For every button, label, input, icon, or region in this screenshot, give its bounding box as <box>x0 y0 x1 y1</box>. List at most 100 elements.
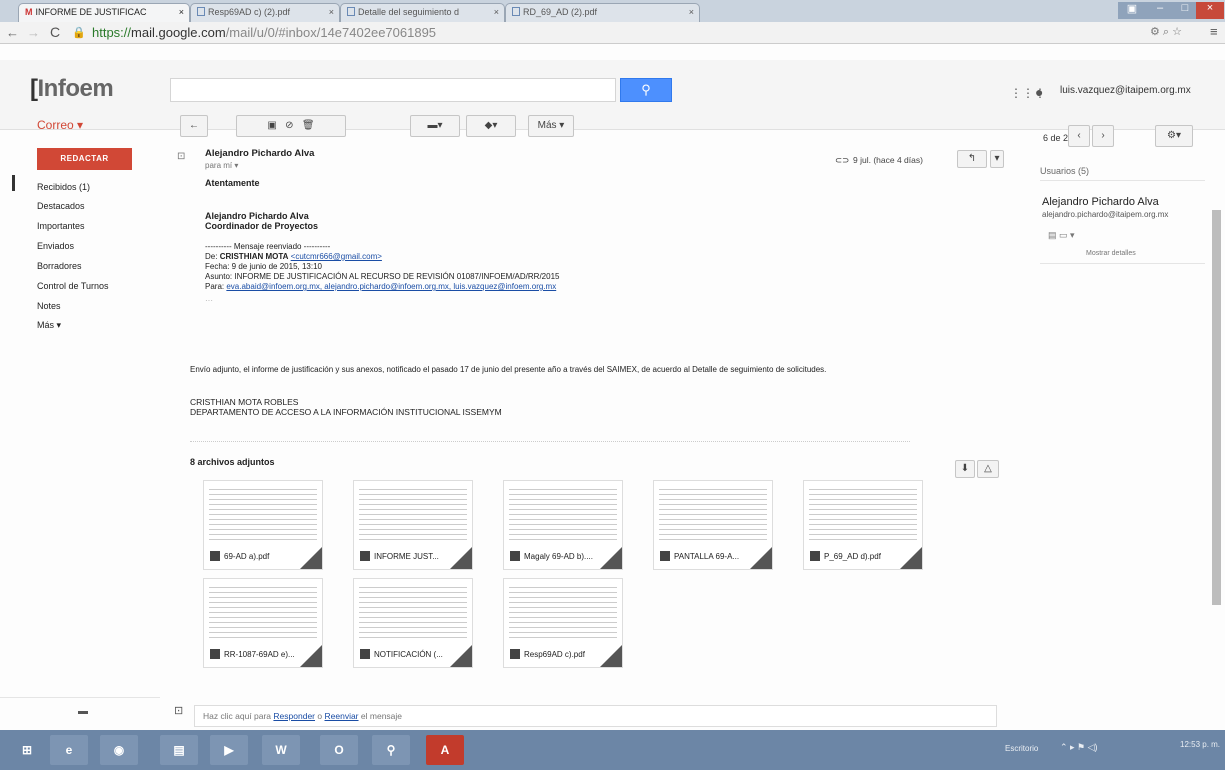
close-icon[interactable]: × <box>689 7 694 17</box>
nav-notes[interactable]: Notes <box>37 301 61 311</box>
nav-importantes[interactable]: Importantes <box>37 221 85 231</box>
chevron-down-icon[interactable]: ▾ <box>234 161 238 170</box>
tray-icons[interactable]: ⌃ ▸ ⚑ ◁) <box>1060 742 1098 753</box>
extension-icon[interactable]: ⚙ ⌕ ☆ <box>1150 25 1182 39</box>
signature-name: Alejandro Pichardo Alva <box>205 211 309 221</box>
pdf-icon <box>810 551 820 561</box>
media-icon[interactable]: ▶ <box>210 735 248 765</box>
more-actions-button[interactable]: ▾ <box>990 150 1004 168</box>
sender-name[interactable]: Alejandro Pichardo Alva <box>205 148 314 159</box>
scrollbar-thumb[interactable] <box>1212 210 1221 605</box>
pdf-icon <box>210 649 220 659</box>
more-button[interactable]: Más ▾ <box>528 115 574 137</box>
labels-button[interactable]: ◆▾ <box>466 115 516 137</box>
tab-rd69[interactable]: RD_69_AD (2).pdf × <box>505 3 700 22</box>
file-explorer-icon[interactable]: ▤ <box>160 735 198 765</box>
body-main-text: Envío adjunto, el informe de justificaci… <box>190 365 827 374</box>
attachment-tile[interactable]: Resp69AD c).pdf <box>503 578 623 668</box>
archive-icon[interactable]: ▣ <box>267 120 276 131</box>
word-icon[interactable]: W <box>262 735 300 765</box>
attachment-thumbnail <box>509 583 617 638</box>
windows-start-icon[interactable]: ⊞ <box>8 735 46 765</box>
minimize-button[interactable]: – <box>1146 2 1174 19</box>
window-menu-icon[interactable]: ▣ <box>1118 2 1146 19</box>
compose-button[interactable]: REDACTAR <box>37 148 132 170</box>
reply-button[interactable]: ↰ <box>957 150 987 168</box>
gear-icon: ⚙▾ <box>1167 130 1181 141</box>
infoem-logo: [Infoem <box>30 75 114 102</box>
attachment-thumbnail <box>659 485 767 540</box>
archive-spam-delete-group[interactable]: ▣ ⊘ 🗑 <box>236 115 346 137</box>
search-button[interactable]: ⚲ <box>620 78 672 102</box>
back-icon[interactable]: ← <box>6 25 19 40</box>
close-window-button[interactable]: × <box>1196 2 1224 19</box>
forward-header: ---------- Mensaje reenviado ---------- <box>205 242 331 251</box>
notification-icon[interactable]: ● <box>1035 84 1043 100</box>
outlook-icon[interactable]: O <box>320 735 358 765</box>
attachment-tile[interactable]: P_69_AD d).pdf <box>803 480 923 570</box>
document-icon <box>197 7 205 16</box>
desktop-label[interactable]: Escritorio <box>1005 744 1038 753</box>
delete-icon[interactable]: 🗑 <box>302 120 315 131</box>
hangouts-icon[interactable]: ▬ <box>78 706 88 717</box>
browser-tab-strip: M INFORME DE JUSTIFICAC × Resp69AD c) (2).… <box>0 0 1225 22</box>
attachment-tile[interactable]: PANTALLA 69-A... <box>653 480 773 570</box>
download-all-button[interactable]: ⬇ <box>955 460 975 478</box>
attachment-tile[interactable]: 69-AD a).pdf <box>203 480 323 570</box>
show-trimmed-icon[interactable]: ··· <box>205 296 213 305</box>
save-to-drive-button[interactable]: △ <box>977 460 999 478</box>
address-bar: ← → C 🔒 https://mail.google.com/mail/u/0… <box>0 22 1225 44</box>
recipient-label[interactable]: para mí ▾ <box>205 161 238 170</box>
nav-mas[interactable]: Más ▾ <box>37 320 61 331</box>
message-date: 9 jul. (hace 4 días) <box>853 155 923 165</box>
download-icon: ⬇ <box>960 463 970 474</box>
search-icon[interactable]: ⚲ <box>372 735 410 765</box>
show-details-link[interactable]: Mostrar detalles <box>1086 250 1136 257</box>
folder-icon: ▬▾ <box>427 120 443 131</box>
search-input[interactable] <box>170 78 616 102</box>
chrome-icon[interactable]: ◉ <box>100 735 138 765</box>
divider <box>190 441 910 442</box>
tab-resp69[interactable]: Resp69AD c) (2).pdf × <box>190 3 340 22</box>
url-field[interactable]: https://mail.google.com/mail/u/0/#inbox/… <box>92 25 1132 41</box>
spam-icon[interactable]: ⊘ <box>285 120 293 131</box>
close-icon[interactable]: × <box>179 7 184 17</box>
forward-icon[interactable]: → <box>27 25 40 40</box>
menu-icon[interactable]: ≡ <box>1210 24 1218 39</box>
back-to-inbox-button[interactable]: ← <box>180 115 208 137</box>
correo-label[interactable]: Correo ▾ <box>37 118 83 132</box>
clock[interactable]: 12:53 p. m. <box>1180 740 1220 749</box>
prev-message-button[interactable]: ‹ <box>1068 125 1090 147</box>
nav-enviados[interactable]: Enviados <box>37 241 74 251</box>
account-email[interactable]: luis.vazquez@itaipem.org.mx <box>1060 85 1191 96</box>
lock-icon: 🔒 <box>72 27 86 39</box>
close-icon[interactable]: × <box>329 7 334 17</box>
nav-borradores[interactable]: Borradores <box>37 261 82 271</box>
attachment-tile[interactable]: INFORME JUST... <box>353 480 473 570</box>
ie-icon[interactable]: e <box>50 735 88 765</box>
greeting: Atentamente <box>205 178 260 188</box>
attachment-tile[interactable]: Magaly 69-AD b).... <box>503 480 623 570</box>
nav-recibidos[interactable]: Recibidos (1) <box>37 182 90 192</box>
next-message-button[interactable]: › <box>1092 125 1114 147</box>
tab-informe[interactable]: M INFORME DE JUSTIFICAC × <box>18 3 190 22</box>
attachment-tile[interactable]: NOTIFICACIÓN (... <box>353 578 473 668</box>
forward-from: De: CRISTHIAN MOTA <cutcmr666@gmail.com> <box>205 252 382 261</box>
acrobat-icon[interactable]: A <box>426 735 464 765</box>
settings-button[interactable]: ⚙▾ <box>1155 125 1193 147</box>
reload-icon[interactable]: C <box>50 24 60 40</box>
tab-detalle[interactable]: Detalle del seguimiento d × <box>340 3 505 22</box>
nav-control-turnos[interactable]: Control de Turnos <box>37 281 109 291</box>
close-icon[interactable]: × <box>494 7 499 17</box>
signature-title: Coordinador de Proyectos <box>205 221 319 231</box>
contact-name[interactable]: Alejandro Pichardo Alva <box>1042 196 1159 208</box>
move-to-button[interactable]: ▬▾ <box>410 115 460 137</box>
contact-actions-icon[interactable]: ▤ ▭ ▾ <box>1048 230 1075 241</box>
reply-box[interactable]: Haz clic aquí para Responder o Reenviar … <box>194 705 997 727</box>
contact-email: alejandro.pichardo@itaipem.org.mx <box>1042 210 1169 219</box>
nav-destacados[interactable]: Destacados <box>37 201 85 211</box>
document-icon <box>512 7 520 16</box>
maximize-button[interactable]: □ <box>1174 2 1196 19</box>
attachment-tile[interactable]: RR-1087-69AD e)... <box>203 578 323 668</box>
active-nav-marker <box>12 175 15 191</box>
